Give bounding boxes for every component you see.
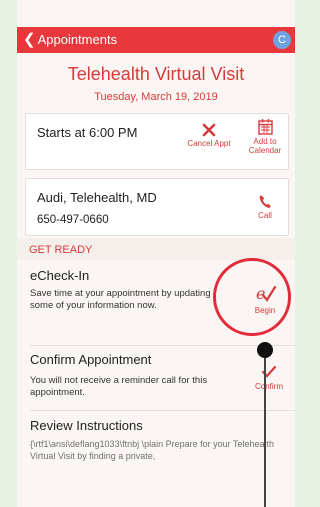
chevron-left-icon: ❮	[23, 31, 36, 48]
time-card: Starts at 6:00 PM Cancel Appt Add to Cal…	[25, 113, 289, 170]
provider-phone[interactable]: 650-497-0660	[37, 214, 109, 226]
app-screen: ❮ Appointments C Telehealth Virtual Visi…	[17, 0, 295, 507]
cancel-appt-button[interactable]: Cancel Appt	[180, 123, 238, 148]
avatar[interactable]: C	[273, 31, 291, 49]
call-button[interactable]: Call	[248, 194, 282, 220]
review-title: Review Instructions	[30, 418, 143, 433]
confirm-button[interactable]: Confirm	[248, 366, 290, 391]
divider	[30, 410, 295, 411]
bottom-fade	[17, 470, 295, 507]
confirm-description: You will not receive a reminder call for…	[30, 375, 208, 398]
navigation-bar: ❮ Appointments C	[17, 27, 295, 53]
confirm-title: Confirm Appointment	[30, 352, 152, 367]
start-time: Starts at 6:00 PM	[37, 125, 138, 140]
appointment-date: Tuesday, March 19, 2019	[94, 91, 218, 103]
phone-icon	[259, 195, 271, 208]
echeckin-description: Save time at your appointment by updatin…	[30, 288, 211, 311]
provider-card: Audi, Telehealth, MD 650-497-0660 Call	[25, 178, 289, 236]
back-label: Appointments	[37, 32, 118, 47]
add-to-calendar-button[interactable]: Add to Calendar	[244, 118, 286, 155]
divider	[30, 345, 295, 346]
close-icon	[202, 123, 216, 137]
back-button[interactable]: ❮ Appointments	[23, 32, 117, 47]
pointer-line	[264, 356, 266, 507]
highlight-circle	[213, 258, 291, 336]
review-text: {\rtf1\ansi\deflang1033\ftnbj \plain Pre…	[30, 439, 274, 461]
echeckin-title: eCheck-In	[30, 268, 90, 283]
page-title: Telehealth Virtual Visit	[67, 64, 245, 84]
get-ready-header: GET READY	[17, 238, 295, 260]
provider-name: Audi, Telehealth, MD	[37, 190, 157, 205]
calendar-icon	[257, 119, 273, 135]
pointer-dot	[257, 342, 273, 358]
